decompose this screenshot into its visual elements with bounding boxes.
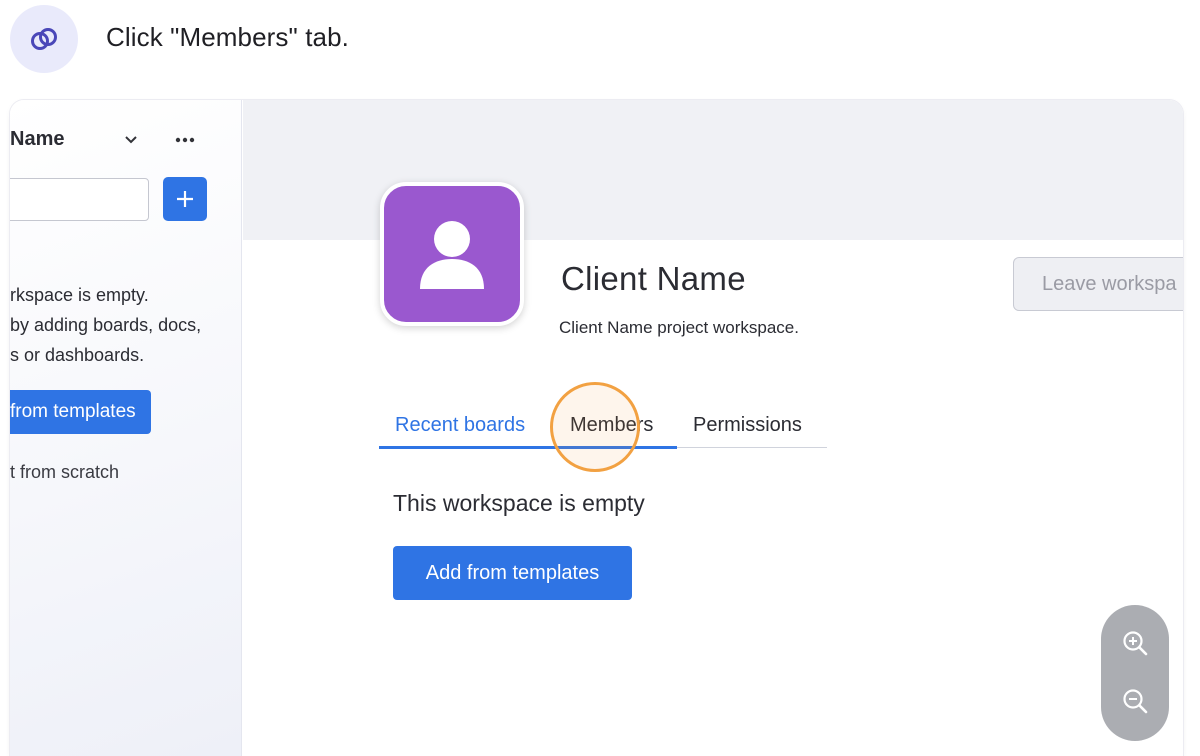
active-tab-indicator <box>379 446 677 449</box>
zoom-controls <box>1101 605 1169 741</box>
workspace-sidebar: Name rkspace is empty. by adding boards,… <box>10 100 242 756</box>
workspace-title: Client Name <box>561 260 746 297</box>
instruction-text: Click "Members" tab. <box>106 22 349 52</box>
add-from-templates-button[interactable]: Add from templates <box>393 546 632 600</box>
sidebar-empty-line: s or dashboards. <box>10 345 145 365</box>
empty-workspace-message: This workspace is empty <box>393 490 645 516</box>
workspace-tabs: Recent boards Members Permissions <box>379 408 827 449</box>
workspace-main: Client Name Client Name project workspac… <box>243 100 1183 756</box>
sidebar-search-input[interactable] <box>10 178 149 221</box>
chevron-down-icon[interactable] <box>120 128 142 150</box>
tab-recent-boards[interactable]: Recent boards <box>395 414 525 437</box>
step-header: Click "Members" tab. <box>0 0 1200 84</box>
workspace-description: Client Name project workspace. <box>559 318 799 337</box>
workspace-avatar[interactable] <box>380 182 524 326</box>
sidebar-empty-line: rkspace is empty. <box>10 285 149 305</box>
add-item-button[interactable] <box>163 177 207 221</box>
tab-members[interactable]: Members <box>570 414 653 437</box>
person-icon <box>420 221 484 289</box>
tab-permissions[interactable]: Permissions <box>693 414 802 437</box>
leave-workspace-button[interactable]: Leave workspa <box>1013 257 1183 311</box>
more-options-icon[interactable] <box>172 128 198 150</box>
sidebar-start-scratch-link[interactable]: t from scratch <box>10 462 119 483</box>
plus-icon <box>177 191 193 207</box>
zoom-out-icon[interactable] <box>1117 683 1153 719</box>
sidebar-empty-line: by adding boards, docs, <box>10 315 202 335</box>
screenshot-frame: Name rkspace is empty. by adding boards,… <box>10 100 1183 756</box>
sidebar-workspace-title[interactable]: Name <box>10 128 64 151</box>
link-icon <box>10 5 78 73</box>
sidebar-add-templates-button[interactable]: from templates <box>10 390 151 434</box>
sidebar-empty-message: rkspace is empty. by adding boards, docs… <box>10 280 201 370</box>
zoom-in-icon[interactable] <box>1117 625 1153 661</box>
